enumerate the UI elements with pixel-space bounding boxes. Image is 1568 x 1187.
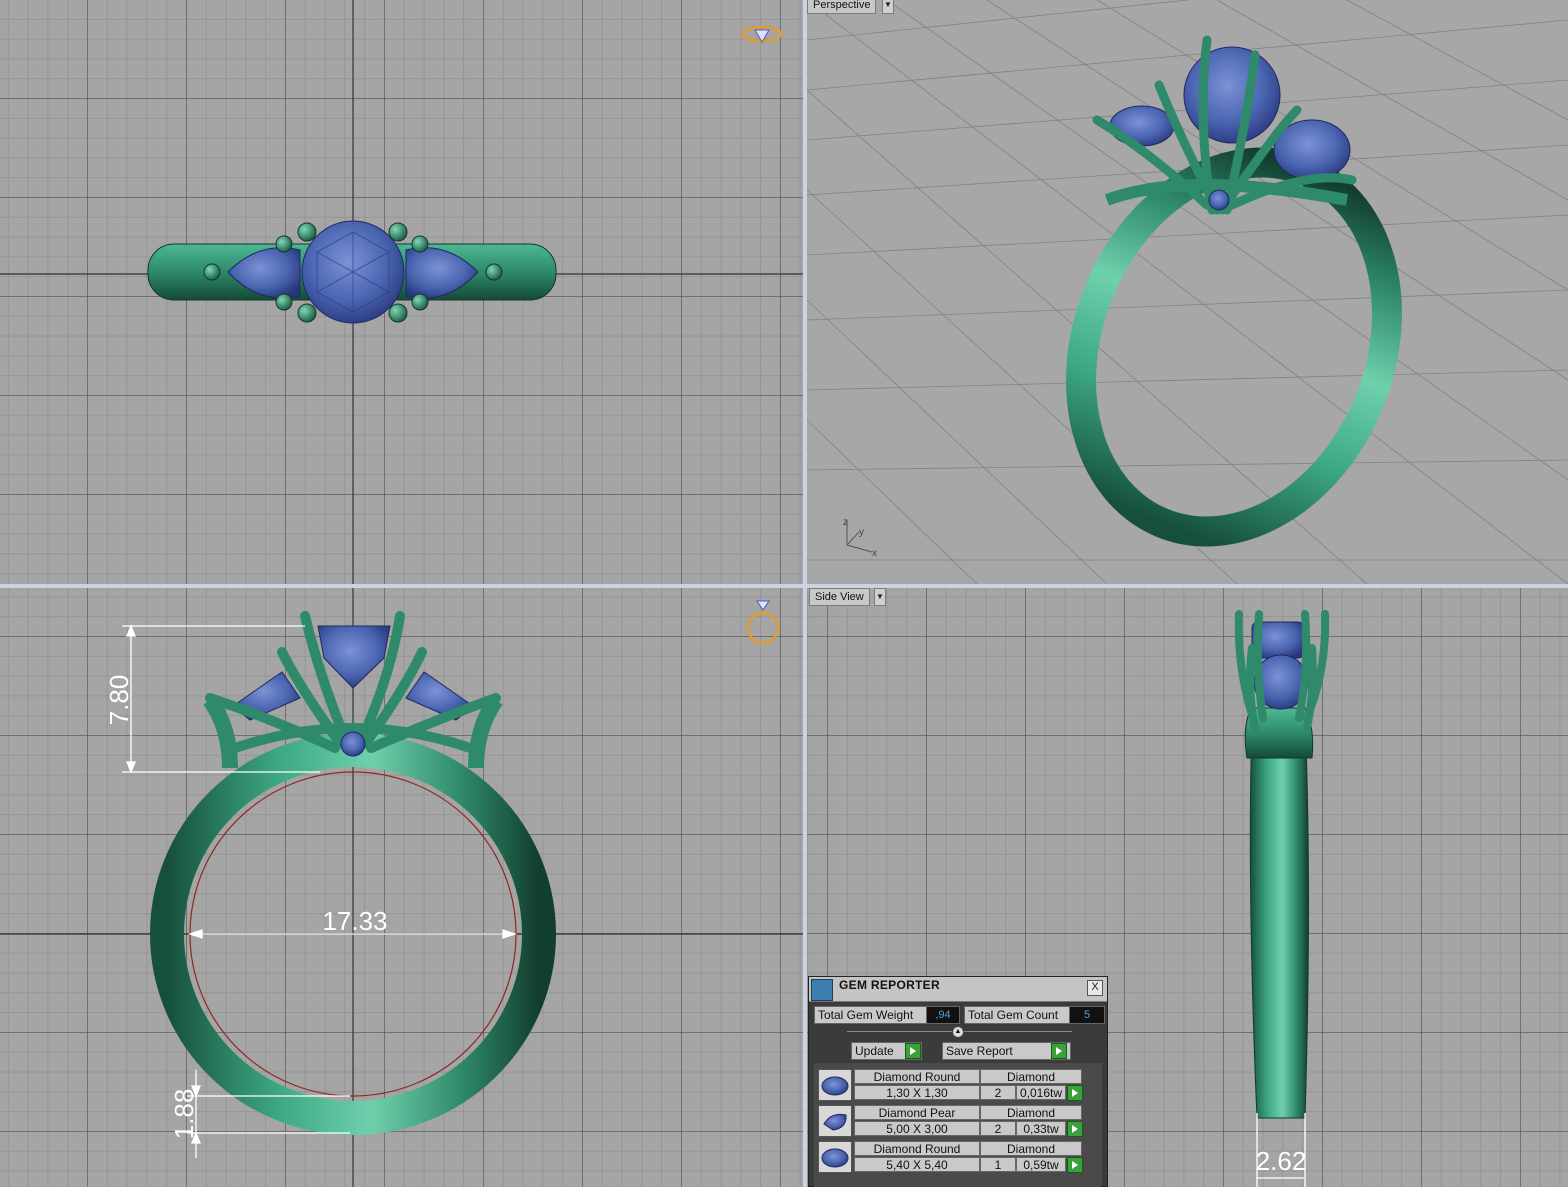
- ring-side-model: [1234, 610, 1330, 1119]
- total-gem-count-label: Total Gem Count: [964, 1006, 1070, 1024]
- ring-orientation-icon[interactable]: [740, 20, 784, 48]
- round-gem-icon: [818, 1069, 852, 1101]
- gem-list: Diamond Round 1,30 X 1,30 Diamond 2 0,01…: [814, 1063, 1102, 1187]
- gem-select-play-icon[interactable]: [1067, 1157, 1083, 1173]
- pear-gem-icon: [818, 1105, 852, 1137]
- front-viewport[interactable]: 7.80 17.33 1.88: [0, 588, 803, 1187]
- perspective-viewport[interactable]: z y x Perspective ▼: [807, 0, 1568, 584]
- save-report-button-label: Save Report: [946, 1044, 1013, 1058]
- gem-select-play-icon[interactable]: [1067, 1085, 1083, 1101]
- gem-weight: 0,59tw: [1016, 1157, 1066, 1172]
- update-play-icon[interactable]: [905, 1043, 921, 1059]
- perspective-view-label[interactable]: Perspective: [807, 0, 877, 14]
- gem-size: 5,40 X 5,40: [854, 1157, 980, 1172]
- ring-top-model: [147, 220, 557, 324]
- gem-row[interactable]: Diamond Pear 5,00 X 3,00 Diamond 2 0,33t…: [818, 1105, 1083, 1137]
- axis-x-label: x: [872, 548, 877, 559]
- total-gem-count-value: 5: [1069, 1006, 1105, 1024]
- perspective-view-dropdown[interactable]: ▼: [882, 0, 894, 14]
- gem-name: Diamond Round: [854, 1069, 980, 1084]
- gem-material: Diamond: [980, 1141, 1082, 1156]
- update-button-label: Update: [855, 1044, 894, 1058]
- height-dimension: 7.80: [104, 675, 134, 726]
- gem-reporter-logo-icon: [811, 979, 833, 1001]
- band-width-dimension: 2.62: [1256, 1146, 1307, 1176]
- ring-perspective-model: [1066, 35, 1402, 547]
- gem-size: 1,30 X 1,30: [854, 1085, 980, 1100]
- axis-z-label: z: [843, 517, 848, 528]
- total-gem-weight-value: ,94: [926, 1006, 960, 1024]
- band-thickness-dimension: 1.88: [169, 1089, 199, 1140]
- gem-count: 2: [980, 1121, 1016, 1136]
- gem-name: Diamond Pear: [854, 1105, 980, 1120]
- side-view-label[interactable]: Side View: [809, 588, 870, 606]
- collapse-handle-icon[interactable]: ▲: [952, 1026, 964, 1038]
- axis-y-label: y: [859, 527, 864, 538]
- gem-material: Diamond: [980, 1105, 1082, 1120]
- gem-row[interactable]: Diamond Round 1,30 X 1,30 Diamond 2 0,01…: [818, 1069, 1083, 1101]
- inner-diameter-dimension: 17.33: [322, 906, 387, 936]
- gem-count: 2: [980, 1085, 1016, 1100]
- gem-count: 1: [980, 1157, 1016, 1172]
- front-orientation-icon[interactable]: [744, 598, 782, 648]
- gem-select-play-icon[interactable]: [1067, 1121, 1083, 1137]
- top-viewport[interactable]: [0, 0, 803, 584]
- gem-weight: 0,33tw: [1016, 1121, 1066, 1136]
- gem-reporter-titlebar[interactable]: GEM REPORTER X: [809, 977, 1107, 1002]
- gem-name: Diamond Round: [854, 1141, 980, 1156]
- side-view-dropdown[interactable]: ▼: [874, 588, 886, 606]
- gem-row[interactable]: Diamond Round 5,40 X 5,40 Diamond 1 0,59…: [818, 1141, 1083, 1173]
- round-gem-icon: [818, 1141, 852, 1173]
- viewport-splitter-vertical[interactable]: [803, 0, 807, 1187]
- viewport-splitter-horizontal[interactable]: [0, 584, 1568, 588]
- close-icon[interactable]: X: [1087, 980, 1103, 996]
- gem-size: 5,00 X 3,00: [854, 1121, 980, 1136]
- gem-weight: 0,016tw: [1016, 1085, 1066, 1100]
- save-report-play-icon[interactable]: [1051, 1043, 1067, 1059]
- gem-material: Diamond: [980, 1069, 1082, 1084]
- gem-reporter-title: GEM REPORTER: [839, 978, 940, 992]
- gem-reporter-panel: GEM REPORTER X Total Gem Weight ,94 Tota…: [808, 976, 1108, 1187]
